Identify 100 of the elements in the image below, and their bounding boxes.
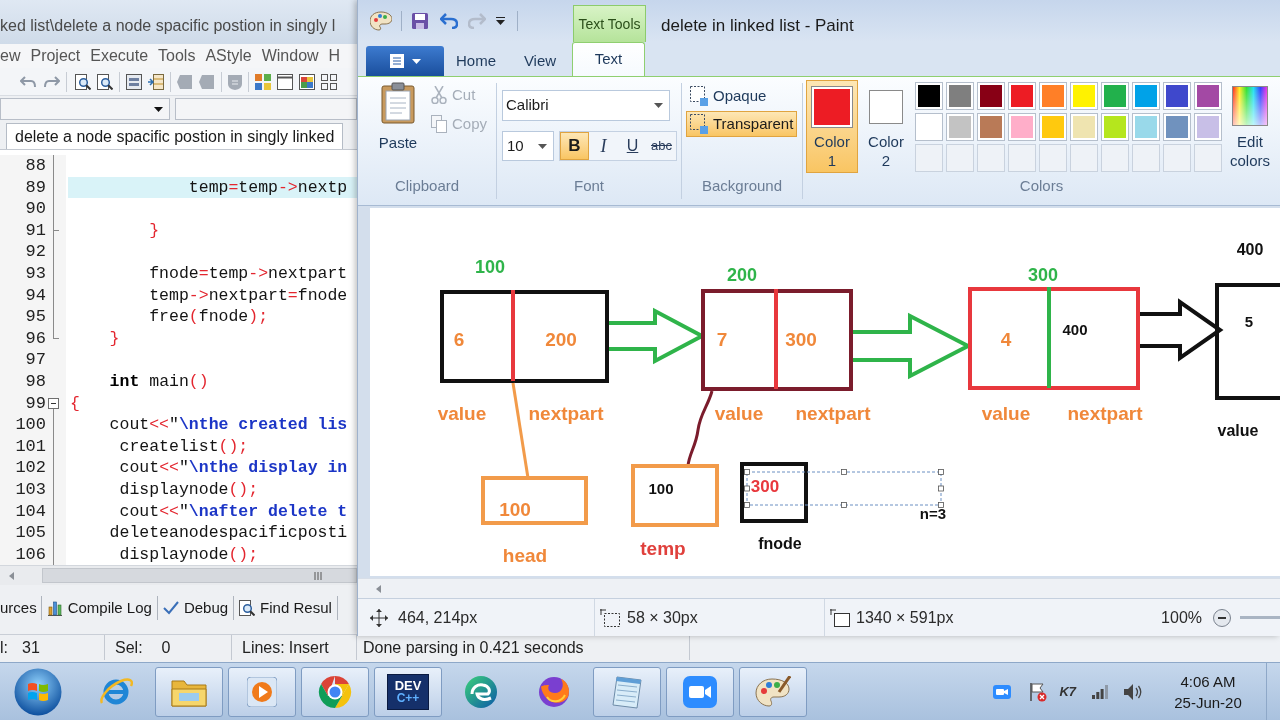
caret-icon[interactable]: [412, 58, 421, 64]
wave-ring-icon[interactable]: [464, 674, 498, 709]
color-swatch-icon[interactable]: [946, 113, 974, 141]
font-style-button[interactable]: U: [618, 132, 647, 160]
panel-icon[interactable]: [126, 73, 142, 90]
empty-swatch-icon[interactable]: [1008, 144, 1036, 172]
ribbon-tab[interactable]: View: [508, 46, 572, 76]
grid-icon[interactable]: [321, 73, 337, 90]
empty-swatch-icon[interactable]: [1039, 144, 1067, 172]
empty-swatch-icon[interactable]: [915, 144, 943, 172]
flame-globe-icon[interactable]: [537, 674, 571, 709]
color-swatch-icon[interactable]: [1194, 82, 1222, 110]
video-camera-icon[interactable]: [993, 684, 1012, 699]
ribbon-tab[interactable]: Text: [572, 42, 645, 76]
magnifier-page-icon[interactable]: [97, 73, 113, 90]
empty-swatch-icon[interactable]: [1194, 144, 1222, 172]
clipboard-icon[interactable]: [381, 82, 415, 124]
color-swatch-icon[interactable]: [1070, 113, 1098, 141]
dotted-frame-icon[interactable]: [690, 114, 708, 134]
caret-icon[interactable]: [496, 17, 505, 25]
edit-colors-button[interactable]: Edit colors: [1228, 80, 1272, 173]
palette-icon[interactable]: [370, 11, 392, 31]
empty-swatch-icon[interactable]: [1070, 144, 1098, 172]
color-slot-button[interactable]: Color 2: [861, 80, 911, 173]
color-swatch-icon[interactable]: [1101, 82, 1129, 110]
grip-icon[interactable]: [314, 571, 322, 580]
arrow-left-icon[interactable]: [9, 571, 14, 580]
caret-icon[interactable]: [654, 103, 663, 108]
horizontal-scrollbar[interactable]: [358, 578, 1280, 598]
notepad-icon[interactable]: [611, 674, 643, 709]
scrollbar-thumb[interactable]: [42, 568, 357, 583]
panel-tab[interactable]: Compile Log: [41, 596, 158, 620]
drawing-canvas[interactable]: 100 6 200 value nextpart 200 7 300 value nextpart 300 4 400 value nextpart 400 5 value 100 head 100 temp 300 fnode n=3: [370, 208, 1280, 576]
color-swatch-icon[interactable]: [1008, 82, 1036, 110]
page-tab-icon[interactable]: [199, 73, 215, 90]
color-swatch-icon[interactable]: [1194, 113, 1222, 141]
color-swatch-icon[interactable]: [915, 113, 943, 141]
ribbon-tab[interactable]: Home: [444, 46, 508, 76]
menu-item[interactable]: Project: [30, 44, 81, 68]
zoom-slider-track[interactable]: [1240, 616, 1280, 619]
empty-swatch-icon[interactable]: [1132, 144, 1160, 172]
panel-tab[interactable]: urces: [0, 596, 42, 620]
color-window-icon[interactable]: [299, 73, 315, 90]
taskbar-button[interactable]: [666, 666, 734, 717]
panel-tab[interactable]: Find Resul: [234, 596, 338, 620]
color-swatch-icon[interactable]: [1070, 82, 1098, 110]
signal-bars-icon[interactable]: [1092, 684, 1108, 699]
split-panel-icon[interactable]: [148, 73, 164, 90]
color-swatch-icon[interactable]: [1039, 113, 1067, 141]
font-style-button[interactable]: I: [589, 132, 618, 160]
font-size-dropdown[interactable]: 10: [502, 131, 554, 161]
undo-icon[interactable]: [440, 13, 458, 29]
start-orb-icon[interactable]: [14, 667, 62, 716]
color-swatch-icon[interactable]: [1132, 82, 1160, 110]
menu-item[interactable]: Execute: [90, 44, 149, 68]
taskbar-button[interactable]: [155, 666, 223, 717]
ring-ball-icon[interactable]: [318, 674, 352, 709]
undo-icon[interactable]: [20, 75, 36, 88]
color-swatch-icon[interactable]: [946, 82, 974, 110]
play-icon[interactable]: [247, 676, 277, 707]
file-tab[interactable]: delete a node spacific postion in singly linked: [6, 123, 344, 149]
color-swatch-icon[interactable]: [1039, 82, 1067, 110]
document-icon[interactable]: [389, 53, 405, 69]
paste-button[interactable]: Paste: [373, 82, 423, 155]
font-style-button[interactable]: abc: [647, 132, 676, 160]
font-family-dropdown[interactable]: Calibri: [502, 90, 670, 121]
menu-item[interactable]: Tools: [158, 44, 196, 68]
speaker-icon[interactable]: [1124, 683, 1142, 700]
menu-item[interactable]: ew: [0, 44, 21, 68]
color-slot-button[interactable]: Color 1: [806, 80, 858, 173]
empty-swatch-icon[interactable]: [1101, 144, 1129, 172]
caret-icon[interactable]: [154, 106, 163, 112]
arrow-left-icon[interactable]: [376, 584, 381, 593]
spectrum-icon[interactable]: [1232, 86, 1268, 126]
dropdown[interactable]: [175, 98, 357, 120]
bar-chart-icon[interactable]: [46, 600, 63, 616]
font-style-button[interactable]: B: [560, 132, 589, 160]
page-tab-icon[interactable]: [177, 73, 193, 90]
menu-item[interactable]: H: [328, 44, 341, 68]
menu-item[interactable]: AStyle: [205, 44, 252, 68]
color-swatch-icon[interactable]: [1101, 113, 1129, 141]
panel-tab[interactable]: Debug: [157, 596, 235, 620]
color-swatch-icon[interactable]: [1008, 113, 1036, 141]
app-menu-button[interactable]: [366, 46, 444, 76]
minus-box-icon[interactable]: [48, 397, 59, 409]
color-swatch-icon[interactable]: [977, 113, 1005, 141]
canvas-size-icon[interactable]: [830, 608, 850, 627]
move-icon[interactable]: [370, 608, 388, 627]
redo-icon[interactable]: [44, 75, 60, 88]
video-camera-icon[interactable]: [683, 675, 717, 708]
taskbar-button[interactable]: [593, 666, 661, 717]
window-icon[interactable]: [277, 73, 293, 90]
clock-time[interactable]: 4:06 AM: [1180, 670, 1236, 692]
menu-item[interactable]: Window: [261, 44, 319, 68]
background-option[interactable]: Transparent: [686, 111, 798, 137]
horizontal-scrollbar[interactable]: [0, 565, 357, 585]
flag-icon[interactable]: [1029, 681, 1048, 702]
taskbar-button[interactable]: [739, 666, 807, 717]
save-icon[interactable]: [412, 13, 428, 29]
color-swatch-icon[interactable]: [1163, 82, 1191, 110]
